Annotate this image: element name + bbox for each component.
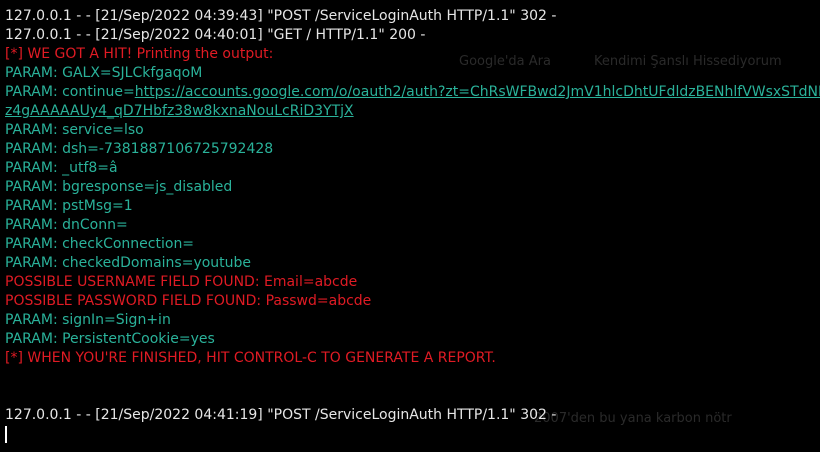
log-line-param: PARAM: GALX=SJLCkfgaqoM [5, 65, 203, 81]
log-line-param: PARAM: dsh=-7381887106725792428 [5, 141, 274, 157]
log-line-password-found: POSSIBLE PASSWORD FIELD FOUND: Passwd=ab… [5, 293, 372, 309]
log-line-param-continue: PARAM: continue=https://accounts.google.… [5, 83, 820, 102]
log-line-hit-alert: [*] WE GOT A HIT! Printing the output: [5, 46, 274, 62]
log-line-param: PARAM: PersistentCookie=yes [5, 331, 215, 347]
terminal-window[interactable]: Google'da Ara Kendimi Şanslı Hissediyoru… [0, 0, 820, 452]
log-line-finished-notice: [*] WHEN YOU'RE FINISHED, HIT CONTROL-C … [5, 350, 496, 366]
terminal-output: 127.0.0.1 - - [21/Sep/2022 04:39:43] "PO… [5, 7, 820, 444]
log-line-param: PARAM: signIn=Sign+in [5, 312, 171, 328]
continue-url-link-wrap[interactable]: z4gAAAAAUy4_qD7Hbfz38w8kxnaNouLcRiD3YTjX [5, 102, 820, 121]
log-line-username-found: POSSIBLE USERNAME FIELD FOUND: Email=abc… [5, 274, 358, 290]
continue-url-link[interactable]: https://accounts.google.com/o/oauth2/aut… [135, 84, 820, 100]
log-line-param: PARAM: checkConnection= [5, 236, 195, 252]
text-cursor [5, 426, 7, 443]
log-line-param: PARAM: bgresponse=js_disabled [5, 179, 233, 195]
prompt-line[interactable] [5, 425, 820, 444]
log-line-request: 127.0.0.1 - - [21/Sep/2022 04:41:19] "PO… [5, 407, 557, 423]
log-line-param: PARAM: checkedDomains=youtube [5, 255, 252, 271]
param-label: PARAM: continue= [5, 84, 135, 100]
log-line-param: PARAM: _utf8=â [5, 160, 118, 176]
log-line-request: 127.0.0.1 - - [21/Sep/2022 04:39:43] "PO… [5, 8, 557, 24]
log-line-request: 127.0.0.1 - - [21/Sep/2022 04:40:01] "GE… [5, 27, 426, 43]
log-line-param: PARAM: pstMsg=1 [5, 198, 133, 214]
log-line-param: PARAM: dnConn= [5, 217, 128, 233]
log-line-param: PARAM: service=lso [5, 122, 144, 138]
